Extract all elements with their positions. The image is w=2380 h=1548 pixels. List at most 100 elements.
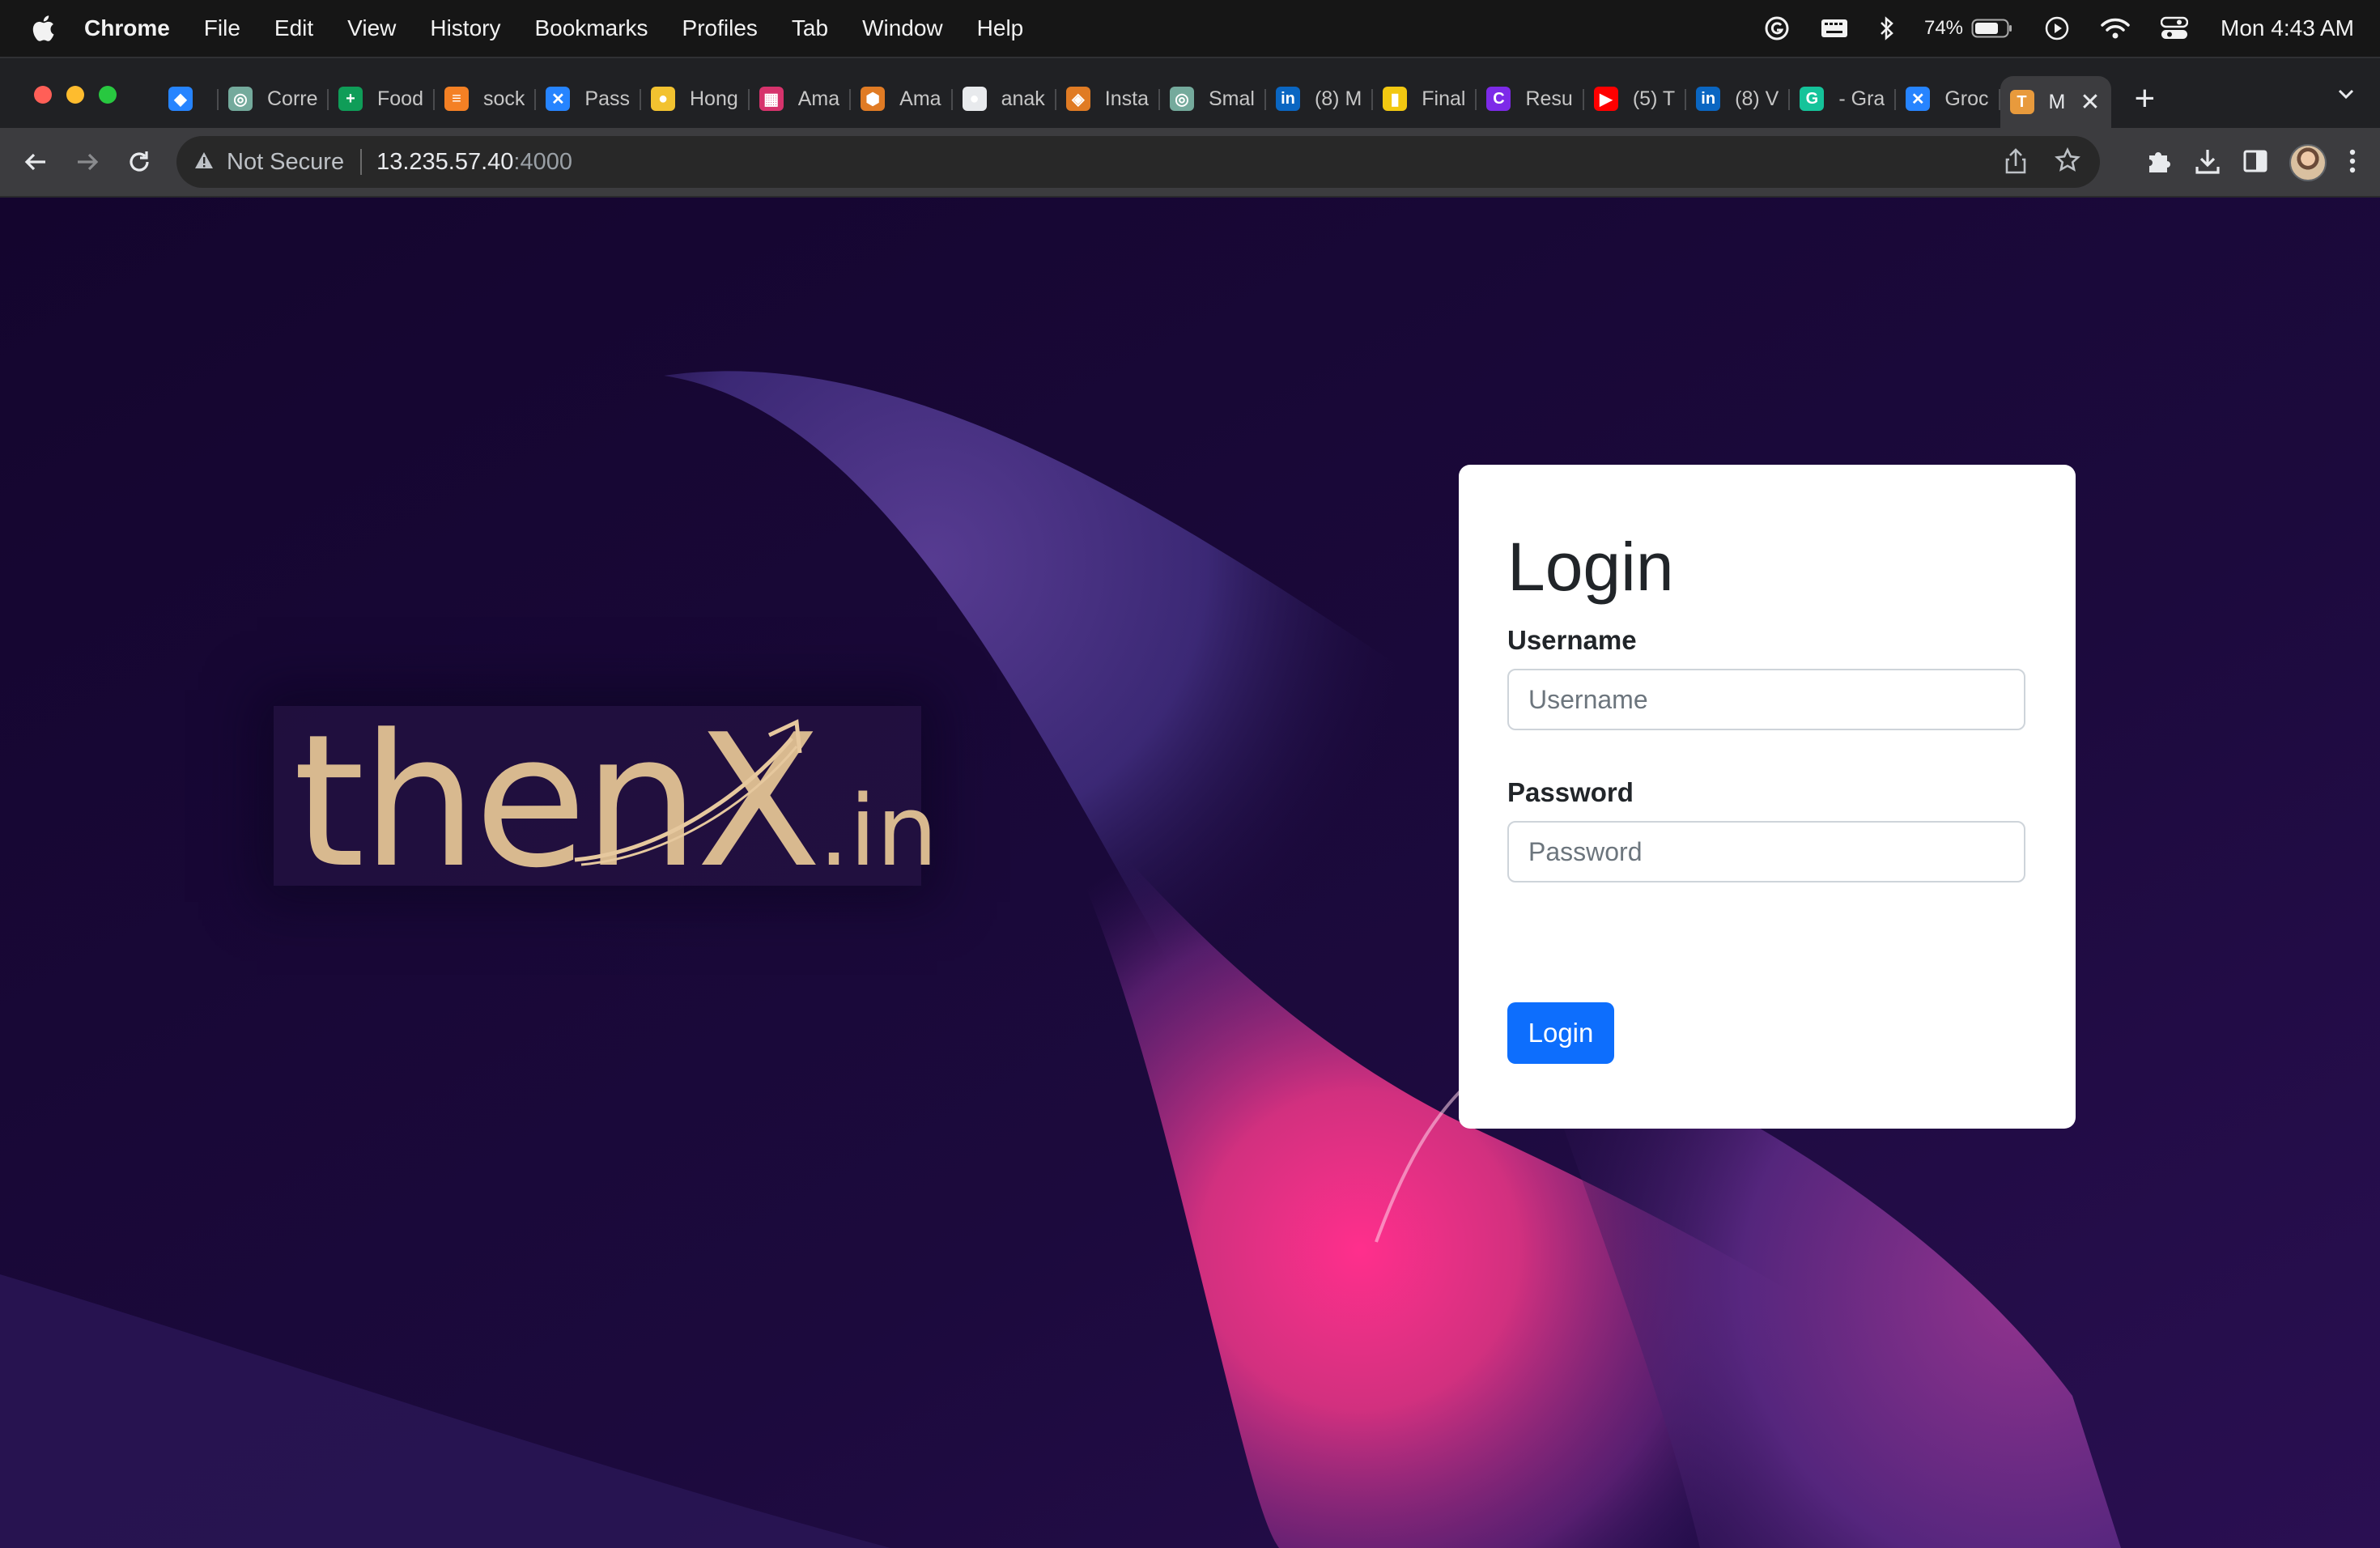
tab-title: Ama (899, 87, 941, 110)
tab-title: (8) M (1314, 87, 1362, 110)
battery-icon[interactable] (1971, 18, 2013, 39)
password-input[interactable] (1507, 821, 2025, 882)
browser-tab[interactable]: in (8) M (1266, 76, 1374, 121)
browser-tab[interactable]: ◎ Smal (1160, 76, 1266, 121)
app-menu: Chrome File Edit View History Bookmarks … (84, 15, 1057, 41)
browser-tab[interactable]: ● anak (953, 76, 1056, 121)
linkedin-icon: in (1275, 87, 1300, 111)
tab-title: Resu (1525, 87, 1573, 110)
browser-tab[interactable]: ≡ sock (435, 76, 537, 121)
side-panel-icon[interactable] (2242, 148, 2268, 178)
zoom-window-button[interactable] (99, 86, 117, 104)
menu-profiles[interactable]: Profiles (682, 15, 758, 41)
logo-arrow-icon (574, 719, 802, 866)
linkedin-icon: in (1696, 87, 1721, 111)
browser-tab[interactable]: ✕ Groc (1896, 76, 2000, 121)
browser-tab[interactable]: ◈ Insta (1056, 76, 1160, 121)
extensions-puzzle-icon[interactable] (2145, 147, 2173, 179)
macos-menu-bar: Chrome File Edit View History Bookmarks … (0, 0, 2380, 57)
reload-icon[interactable] (123, 146, 155, 178)
window-controls (34, 86, 117, 104)
minimize-window-button[interactable] (66, 86, 84, 104)
menu-edit[interactable]: Edit (274, 15, 313, 41)
menu-clock[interactable]: Mon 4:43 AM (2221, 15, 2354, 41)
browser-tab[interactable]: ✕ Pass (536, 76, 641, 121)
browser-tab[interactable]: ▦ Ama (750, 76, 852, 121)
control-center-icon[interactable] (2161, 16, 2189, 40)
menu-chrome[interactable]: Chrome (84, 15, 170, 41)
menu-view[interactable]: View (347, 15, 396, 41)
browser-tab[interactable]: ⬢ Ama (851, 76, 953, 121)
browser-tab[interactable]: + Food (329, 76, 435, 121)
browser-tab[interactable]: ● Hong (641, 76, 750, 121)
menu-history[interactable]: History (430, 15, 500, 41)
stackoverflow-icon: ≡ (444, 87, 469, 111)
menu-window[interactable]: Window (862, 15, 943, 41)
close-tab-icon[interactable]: ✕ (2080, 88, 2100, 117)
login-button[interactable]: Login (1507, 1002, 1614, 1064)
tab-title: Insta (1104, 87, 1149, 110)
grammarly-status-icon[interactable] (1764, 15, 1790, 41)
bookmark-star-icon[interactable] (2055, 147, 2080, 181)
close-window-button[interactable] (34, 86, 52, 104)
calendar-icon: ▦ (759, 87, 784, 111)
confluence-icon: ✕ (546, 87, 571, 111)
tab-title: Hong (689, 87, 738, 110)
instance-icon: ◈ (1065, 87, 1090, 111)
share-icon[interactable] (2004, 147, 2027, 181)
page-viewport: thenX.in Login Username Password Login (0, 198, 2380, 1548)
chatgpt-icon: ◎ (1169, 87, 1194, 111)
sheets-icon: + (338, 87, 363, 111)
username-input[interactable] (1507, 669, 2025, 730)
username-label: Username (1507, 625, 1637, 655)
profile-avatar[interactable] (2289, 144, 2327, 181)
browser-tab[interactable]: in (8) V (1686, 76, 1791, 121)
tab-title: Groc (1944, 87, 1989, 110)
login-title: Login (1507, 529, 1674, 605)
browser-tab[interactable]: ▮ Final (1373, 76, 1477, 121)
more-menu-icon[interactable] (2348, 147, 2357, 179)
omnibox-actions (2004, 147, 2080, 181)
forward-arrow-icon[interactable] (71, 146, 104, 178)
downloads-icon[interactable] (2194, 147, 2221, 179)
menu-tab[interactable]: Tab (792, 15, 828, 41)
back-arrow-icon[interactable] (19, 146, 52, 178)
tab-title: (5) T (1632, 87, 1676, 110)
keyboard-status-icon[interactable] (1821, 18, 1848, 39)
browser-tab[interactable]: ▶ (5) T (1584, 76, 1687, 121)
confluence-icon: ✕ (1906, 87, 1931, 111)
battery-percentage: 74% (1923, 17, 1964, 39)
browser-tab[interactable]: C Resu (1477, 76, 1584, 121)
new-tab-plus-icon[interactable]: + (2134, 81, 2155, 117)
chatgpt-icon: ◎ (228, 87, 253, 111)
hongkong-icon: ● (650, 87, 675, 111)
login-card: Login Username Password Login (1459, 465, 2076, 1129)
browser-tab[interactable]: G - Gra (1790, 76, 1897, 121)
tab-title: Ama (797, 87, 840, 110)
jira-icon: ◆ (168, 87, 193, 111)
menu-help[interactable]: Help (977, 15, 1024, 41)
tab-search-chevron-icon[interactable] (2335, 83, 2357, 109)
wifi-icon[interactable] (2101, 17, 2130, 40)
apple-logo-icon[interactable] (31, 15, 55, 42)
bluetooth-icon[interactable] (1879, 15, 1895, 41)
tab-list: ◆ ◎ Corre + Food ≡ sock ✕ Pass ● Hong ▦ Ama ⬢ Ama ● anak… (159, 73, 2155, 128)
tab-title: - Gra (1838, 87, 1885, 110)
tab-title: sock (482, 87, 525, 110)
now-playing-icon[interactable] (2044, 15, 2070, 41)
security-status-label[interactable]: Not Secure (227, 149, 344, 176)
thenx-logo: thenX.in (274, 706, 938, 894)
address-bar[interactable]: Not Secure 13.235.57.40 :4000 (176, 136, 2100, 188)
grammarly-icon: G (1800, 87, 1825, 111)
menu-file[interactable]: File (204, 15, 240, 41)
tab-title: M (2048, 90, 2066, 113)
browser-tab[interactable]: ◎ Corre (219, 76, 329, 121)
url-host: 13.235.57.40 (376, 148, 514, 175)
warning-triangle-icon[interactable] (194, 149, 214, 176)
tab-title: Final (1422, 87, 1466, 110)
menu-bookmarks[interactable]: Bookmarks (534, 15, 648, 41)
browser-tab[interactable]: ◆ (159, 76, 219, 121)
canva-icon: C (1486, 87, 1511, 111)
browser-tab[interactable]: T M ✕ (2000, 76, 2112, 128)
tab-title: Food (377, 87, 423, 110)
